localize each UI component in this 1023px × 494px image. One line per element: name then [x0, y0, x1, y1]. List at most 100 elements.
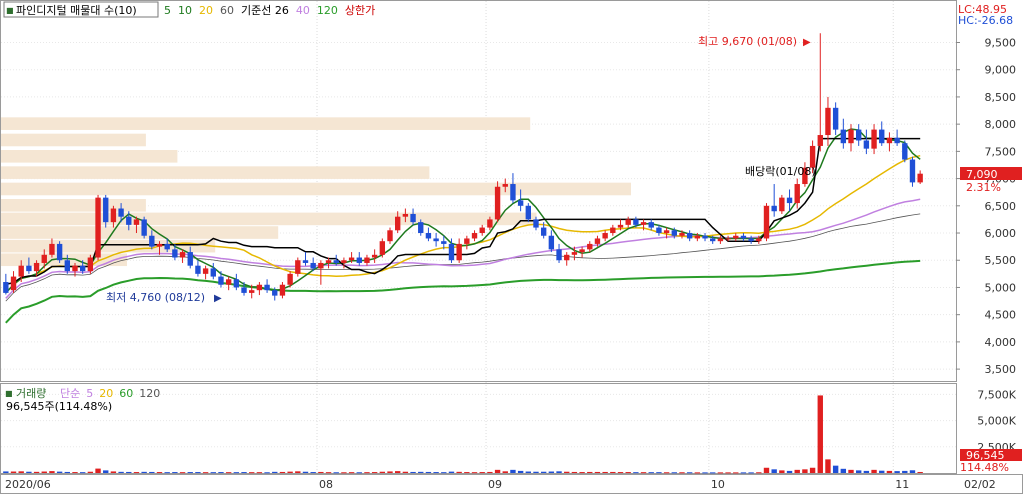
max-annotation: 최고 9,670 (01/08) [698, 35, 797, 48]
volume-bar [110, 471, 117, 473]
volume-bar [617, 472, 624, 474]
price-tick-label: 4,500 [985, 309, 1017, 322]
volume-bar [832, 465, 839, 473]
volume-bar [433, 472, 439, 474]
candle-body [663, 230, 670, 234]
candle-body [610, 227, 616, 234]
candle-body [587, 243, 593, 250]
volume-bar [33, 471, 40, 473]
volume-bar [87, 471, 94, 473]
volume-bar [202, 472, 209, 474]
volume-bar [671, 472, 677, 474]
volume-legend-item: 단순 [60, 387, 80, 400]
stock-chart[interactable]: 9,5009,0008,5008,0007,5007,0006,5006,000… [0, 0, 1023, 494]
volume-legend-item: 20 [99, 387, 113, 400]
candle-body [863, 140, 870, 149]
candle-body [318, 262, 324, 269]
candle-body [602, 233, 608, 239]
volume-bar [763, 467, 770, 473]
x-axis-strip [0, 474, 1023, 494]
volume-bar [103, 470, 109, 473]
volume-bar [648, 472, 654, 474]
candle-body [387, 230, 393, 242]
volume-bar [640, 472, 647, 474]
volume-bar [264, 472, 270, 474]
volume-current-label: 96,545주(114.48%) [6, 400, 112, 413]
price-tick-label: 9,500 [985, 36, 1017, 49]
volume-bar [79, 472, 86, 474]
candle-body [786, 197, 793, 204]
price-tick-label: 9,000 [985, 64, 1017, 77]
volume-bar [172, 472, 178, 474]
volume-legend-item: 60 [119, 387, 133, 400]
volume-bar [295, 471, 301, 473]
candle-body [425, 233, 432, 239]
candle-body [917, 173, 923, 183]
ma-legend-item: 10 [178, 4, 192, 17]
candle-body [218, 276, 224, 285]
volume-bar [325, 472, 332, 474]
candle-body [902, 143, 908, 160]
volume-bar [633, 472, 639, 474]
candle-body [510, 184, 516, 201]
dividend-annotation: 배당락(01/08) [745, 165, 816, 178]
volume-bar [871, 469, 877, 473]
chart-title: 파인디지털 매물대 수(10) [16, 4, 137, 17]
volume-bar [686, 472, 693, 474]
volume-bar [840, 468, 847, 473]
candle-body [110, 208, 117, 223]
candle-body [740, 235, 747, 239]
volume-bar [302, 471, 309, 473]
price-tick-label: 5,500 [985, 254, 1017, 267]
volume-bar [717, 472, 724, 474]
candle-body [710, 238, 716, 242]
volume-bar [195, 472, 201, 474]
min-arrow: ▶ [214, 293, 222, 304]
volume-bar [287, 471, 293, 473]
volume-bar [333, 472, 339, 474]
candle-body [871, 129, 877, 149]
volume-bar [56, 471, 63, 473]
candle-body [149, 235, 155, 247]
candle-body [87, 257, 94, 272]
volume-bar [133, 472, 140, 474]
candle-body [133, 219, 140, 225]
volume-bar [425, 471, 432, 473]
volume-bar [917, 471, 923, 473]
max-arrow: ▶ [803, 37, 811, 48]
candle-body [310, 262, 316, 269]
candle-body [763, 205, 770, 239]
candle-body [525, 205, 531, 220]
candle-body [571, 252, 578, 255]
candle-body [825, 107, 831, 136]
volume-bar [348, 472, 355, 474]
candle-body [295, 260, 301, 274]
profile-bar [1, 226, 279, 239]
volume-bar [225, 472, 232, 474]
volume-bar [249, 472, 255, 474]
candle-body [633, 219, 639, 225]
volume-bar [863, 470, 870, 473]
volume-bar [909, 470, 916, 473]
volume-bar [740, 472, 747, 474]
volume-bar [594, 471, 601, 473]
volume-bar [156, 472, 163, 474]
min-annotation: 최저 4,760 (08/12) [106, 291, 205, 304]
candle-body [441, 241, 447, 244]
candle-body [141, 219, 147, 236]
candle-body [640, 222, 647, 225]
candle-body [72, 265, 78, 272]
volume-bar [540, 471, 547, 473]
candle-body [725, 238, 731, 240]
volume-bar [218, 472, 224, 474]
volume-bar [571, 471, 578, 473]
candle-body [95, 197, 101, 258]
price-y-axis: 9,5009,0008,5008,0007,5007,0006,5006,000… [956, 36, 1016, 376]
profile-bar [1, 150, 178, 163]
candle-body [625, 219, 631, 225]
volume-bar [587, 471, 593, 473]
candle-body [126, 216, 132, 225]
volume-bar [310, 472, 316, 474]
ma-legend-item: 60 [220, 4, 234, 17]
candle-body [556, 249, 562, 261]
